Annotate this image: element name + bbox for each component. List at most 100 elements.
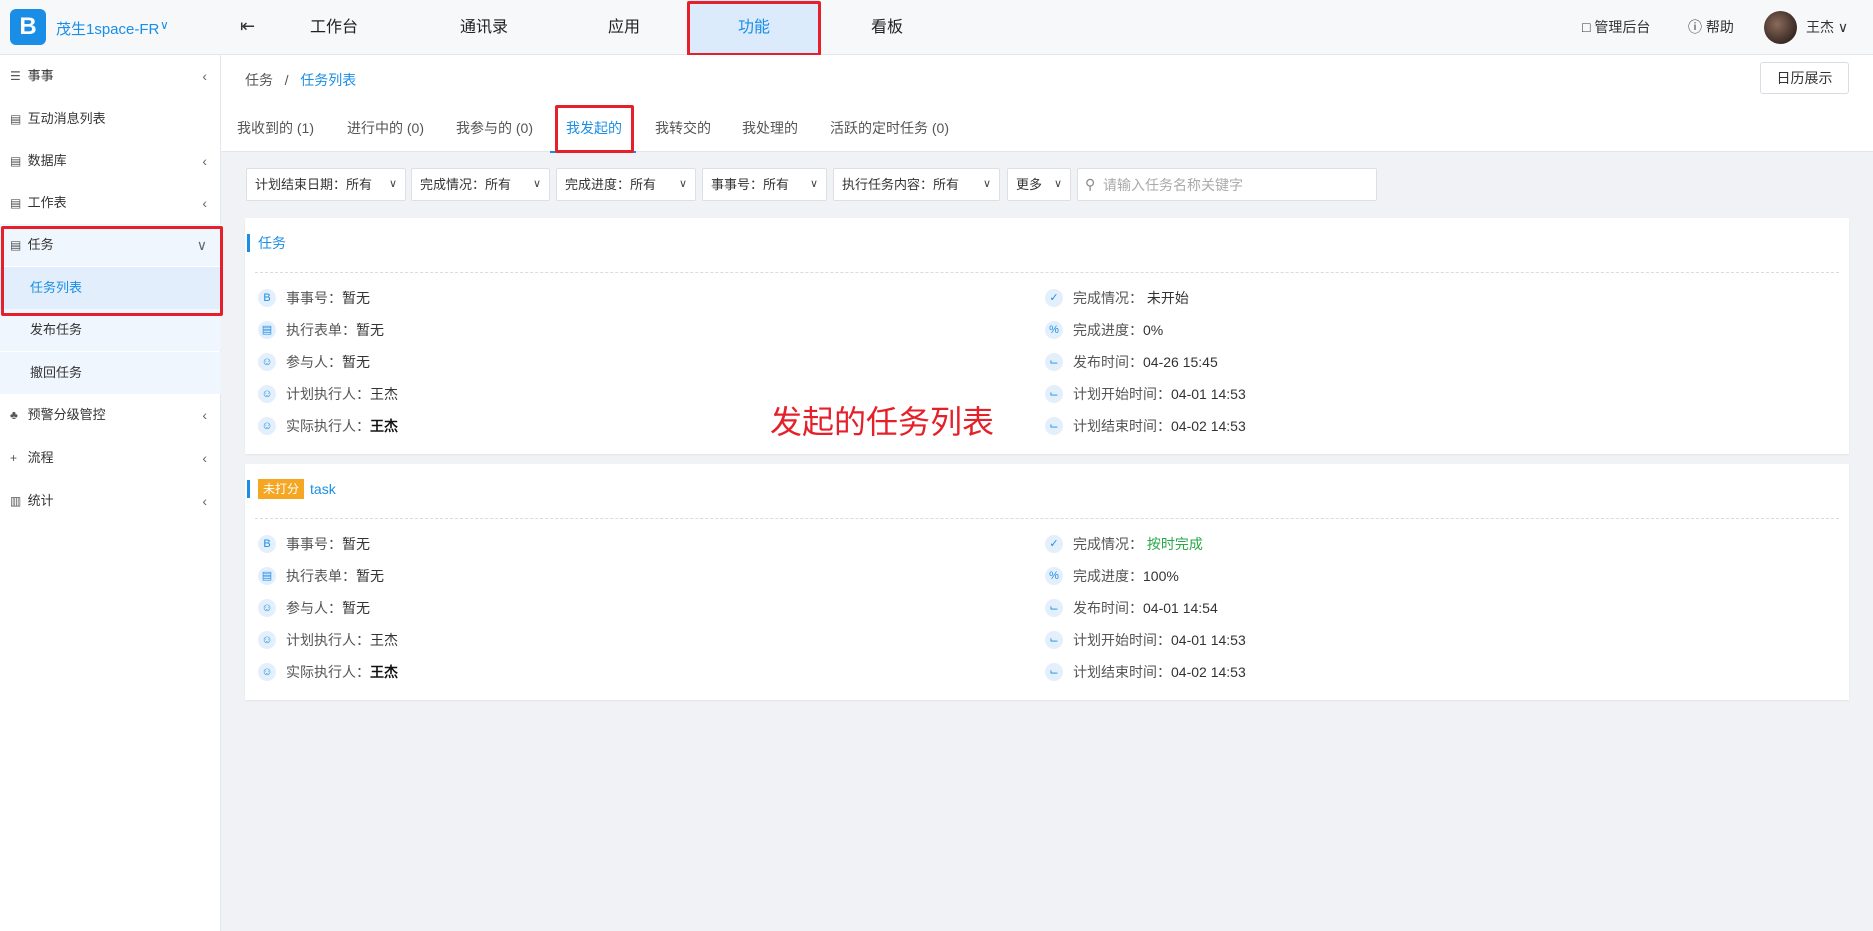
nav-features[interactable]: 功能 (689, 0, 819, 55)
workspace-name[interactable]: 茂生1space-FR (56, 18, 159, 39)
sidebar-item-alert[interactable]: ♣ 预警分级管控 ‹ (0, 394, 221, 436)
user-icon: ☺ (258, 599, 276, 618)
menu-collapse-icon[interactable]: ⇤ (240, 16, 255, 37)
field-plan-start: ⌙ 计划开始时间：04-01 14:53 (1045, 630, 1246, 650)
field-event-number: B 事事号：暂无 (258, 288, 370, 308)
field-participants: ☺ 参与人：暂无 (258, 598, 370, 618)
sidebar-item-flow[interactable]: + 流程 ‹ (0, 437, 221, 479)
tab-transferred[interactable]: 我转交的 (655, 118, 711, 148)
user-icon: ☺ (258, 385, 276, 404)
active-tab-indicator (550, 151, 636, 153)
field-publish-time: ⌙ 发布时间：04-26 15:45 (1045, 352, 1218, 372)
sidebar-item-task-list[interactable]: 任务列表 (0, 267, 221, 309)
help-link[interactable]: ⓘ 帮助 (1688, 0, 1734, 55)
chevron-down-icon: ∨ (678, 178, 687, 190)
sidebar-item-stats[interactable]: ▥ 统计 ‹ (0, 480, 221, 522)
chevron-down-icon: ∨ (532, 178, 541, 190)
chevron-left-icon: ‹ (202, 493, 207, 509)
chevron-down-icon[interactable]: ∨ (160, 18, 169, 32)
event-icon: B (258, 535, 276, 554)
monitor-icon: □ (1582, 19, 1591, 35)
help-icon: ⓘ (1688, 19, 1702, 35)
field-plan-end: ⌙ 计划结束时间：04-02 14:53 (1045, 416, 1246, 436)
top-bar: B 茂生1space-FR ∨ ⇤ 工作台 通讯录 应用 功能 看板 □ 管理后… (0, 0, 1873, 55)
sheet-icon: ▤ (10, 196, 22, 210)
sidebar-item-database[interactable]: ▤ 数据库 ‹ (0, 140, 221, 182)
clock-icon: ⌙ (1045, 385, 1063, 404)
field-event-number: B 事事号：暂无 (258, 534, 370, 554)
filter-completion-progress[interactable]: 完成进度：所有 ∨ (556, 168, 696, 201)
avatar[interactable] (1764, 11, 1797, 44)
filter-task-content[interactable]: 执行任务内容：所有 ∨ (833, 168, 1000, 201)
field-plan-end: ⌙ 计划结束时间：04-02 14:53 (1045, 662, 1246, 682)
app-logo[interactable]: B (10, 9, 46, 45)
nav-dashboard[interactable]: 看板 (849, 0, 925, 55)
tab-active-scheduled[interactable]: 活跃的定时任务 (0) (830, 118, 949, 148)
clock-icon: ⌙ (1045, 599, 1063, 618)
event-icon: B (258, 289, 276, 308)
tab-received[interactable]: 我收到的 (1) (237, 118, 314, 148)
task-card[interactable]: 任务 B 事事号：暂无 ▤ 执行表单：暂无 ☺ 参与人：暂无 ☺ 计划执行人：王杰 ☺ 实… (245, 218, 1849, 454)
breadcrumb: 任务 / 任务列表 (245, 70, 356, 90)
filter-more[interactable]: 更多 ∨ (1007, 168, 1071, 201)
chevron-down-icon: ∨ (809, 178, 818, 190)
clock-icon: ⌙ (1045, 631, 1063, 650)
user-menu[interactable]: 王杰 ∨ (1806, 0, 1848, 55)
search-icon[interactable]: ⚲ (1085, 176, 1095, 193)
form-icon: ▤ (258, 321, 276, 340)
nav-contacts[interactable]: 通讯录 (446, 0, 522, 55)
clock-icon: ⌙ (1045, 663, 1063, 682)
check-circle-icon: ✓ (1045, 535, 1063, 554)
task-card-title[interactable]: 未打分 task (247, 479, 336, 499)
tab-in-progress[interactable]: 进行中的 (0) (347, 118, 424, 148)
task-card[interactable]: 未打分 task B 事事号：暂无 ▤ 执行表单：暂无 ☺ 参与人：暂无 ☺ 计划执行人：… (245, 464, 1849, 700)
sidebar-item-task[interactable]: ▤ 任务 ∨ (0, 224, 221, 266)
nav-workbench[interactable]: 工作台 (296, 0, 372, 55)
field-planned-executor: ☺ 计划执行人：王杰 (258, 630, 398, 650)
tab-initiated[interactable]: 我发起的 (566, 118, 622, 148)
form-icon: ▤ (258, 567, 276, 586)
percent-icon: % (1045, 321, 1063, 340)
chevron-down-icon: ∨ (196, 237, 207, 253)
filter-plan-end-date[interactable]: 计划结束日期：所有 ∨ (246, 168, 406, 201)
user-icon: ☺ (258, 631, 276, 650)
chevron-down-icon: ∨ (1837, 19, 1849, 35)
sidebar-item-worksheet[interactable]: ▤ 工作表 ‹ (0, 182, 221, 224)
chevron-down-icon: ∨ (982, 178, 991, 190)
field-publish-time: ⌙ 发布时间：04-01 14:54 (1045, 598, 1218, 618)
task-card-title[interactable]: 任务 (247, 234, 286, 252)
user-icon: ☺ (258, 663, 276, 682)
filter-event-number[interactable]: 事事号：所有 ∨ (702, 168, 827, 201)
field-exec-form: ▤ 执行表单：暂无 (258, 320, 384, 340)
filter-completion-status[interactable]: 完成情况：所有 ∨ (411, 168, 550, 201)
divider (255, 518, 1839, 519)
calendar-view-button[interactable]: 日历展示 (1760, 62, 1849, 94)
field-completion-status: ✓ 完成情况： 未开始 (1045, 288, 1189, 308)
bell-icon: ♣ (10, 408, 18, 422)
chevron-left-icon: ‹ (202, 450, 207, 466)
percent-icon: % (1045, 567, 1063, 586)
sidebar-item-interaction[interactable]: ▤ 互动消息列表 (0, 98, 221, 140)
admin-link[interactable]: □ 管理后台 (1582, 0, 1650, 55)
tab-handled[interactable]: 我处理的 (742, 118, 798, 148)
breadcrumb-root[interactable]: 任务 (245, 72, 273, 88)
plus-icon: + (10, 451, 18, 465)
chevron-down-icon: ∨ (1053, 178, 1062, 190)
sidebar-item-publish-task[interactable]: 发布任务 (0, 309, 221, 351)
tab-participated[interactable]: 我参与的 (0) (456, 118, 533, 148)
search-input[interactable] (1103, 175, 1368, 195)
chevron-left-icon: ‹ (202, 195, 207, 211)
nav-apps[interactable]: 应用 (586, 0, 662, 55)
breadcrumb-current: 任务列表 (300, 72, 357, 88)
sidebar-item-revoke-task[interactable]: 撤回任务 (0, 352, 221, 394)
field-actual-executor: ☺ 实际执行人：王杰 (258, 416, 398, 436)
user-icon: ☺ (258, 353, 276, 372)
field-participants: ☺ 参与人：暂无 (258, 352, 370, 372)
field-completion-progress: % 完成进度：0% (1045, 320, 1163, 340)
annotation-text: 发起的任务列表 (770, 404, 995, 440)
user-icon: ☺ (258, 417, 276, 436)
field-plan-start: ⌙ 计划开始时间：04-01 14:53 (1045, 384, 1246, 404)
breadcrumb-separator: / (284, 72, 289, 88)
sidebar-item-shishi[interactable]: ☰ 事事 ‹ (0, 55, 221, 97)
chevron-left-icon: ‹ (202, 407, 207, 423)
